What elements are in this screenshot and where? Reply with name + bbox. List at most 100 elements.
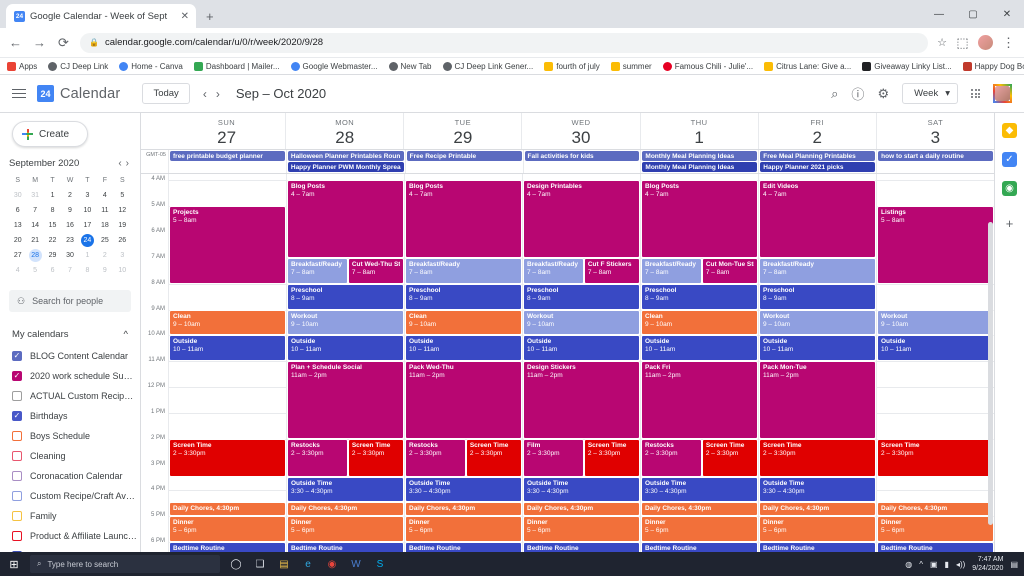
mini-cal-day[interactable]: 19: [114, 219, 131, 232]
bookmark-item[interactable]: New Tab: [388, 61, 432, 71]
search-icon[interactable]: ⌕: [831, 86, 838, 102]
task-view-icon[interactable]: ❑: [252, 556, 268, 572]
calendar-event[interactable]: Restocks 2 – 3:30pm: [405, 438, 466, 478]
mini-cal-day[interactable]: 2: [96, 249, 113, 262]
reload-icon[interactable]: ⟳: [56, 35, 71, 51]
mini-prev-icon[interactable]: ‹: [116, 158, 123, 169]
calendar-event[interactable]: Preschool 8 – 9am: [641, 283, 758, 310]
add-addon-icon[interactable]: +: [1006, 216, 1014, 231]
mini-cal-day[interactable]: 7: [26, 204, 43, 217]
grid-scrollbar[interactable]: [988, 174, 993, 573]
apps-grid-icon[interactable]: [971, 89, 980, 98]
mini-cal-day[interactable]: 13: [9, 219, 26, 232]
edge-icon[interactable]: e: [300, 556, 316, 572]
time-grid[interactable]: 4 AM 5 AM 6 AM 7 AM 8 AM 9 AM 10 AM 11 AM 12 PM 1…: [141, 174, 994, 573]
calendar-event[interactable]: Outside Time 3:30 – 4:30pm: [523, 477, 640, 502]
calendar-event[interactable]: Projects 5 – 8am: [169, 206, 286, 284]
mini-cal-day[interactable]: 11: [96, 204, 113, 217]
calendar-event[interactable]: Blog Posts 4 – 7am: [641, 180, 758, 258]
calendar-event[interactable]: Preschool 8 – 9am: [287, 283, 404, 310]
day-number[interactable]: 28: [286, 127, 403, 149]
calendar-event[interactable]: Screen Time 2 – 3:30pm: [169, 438, 286, 478]
calendar-list-item[interactable]: Product & Affiliate Launch...: [0, 526, 140, 546]
all-day-event[interactable]: free printable budget planner: [170, 151, 285, 161]
mini-cal-day[interactable]: 16: [61, 219, 78, 232]
all-day-cell[interactable]: Free Recipe Printable: [404, 150, 523, 173]
day-number[interactable]: 30: [522, 127, 639, 149]
bookmark-item[interactable]: Famous Chili - Julie'...: [662, 61, 753, 71]
taskbar-search-input[interactable]: ⌕ Type here to search: [30, 555, 220, 573]
calendar-event[interactable]: Pack Mon-Tue 11am – 2pm: [759, 361, 876, 439]
address-bar[interactable]: 🔒 calendar.google.com/calendar/u/0/r/wee…: [80, 32, 929, 53]
all-day-event[interactable]: Fall activities for kids: [524, 151, 640, 161]
day-columns[interactable]: Projects 5 – 8am Clean 9 – 10am Outside 10 – …: [168, 174, 994, 573]
day-number[interactable]: 1: [641, 127, 758, 149]
mini-cal-day[interactable]: 27: [9, 249, 26, 262]
calendar-event[interactable]: Plan + Schedule Social 11am – 2pm: [287, 361, 404, 439]
mini-cal-day[interactable]: 21: [26, 234, 43, 247]
calendar-checkbox[interactable]: [12, 431, 22, 441]
cortana-icon[interactable]: ◯: [228, 556, 244, 572]
calendar-event[interactable]: Screen Time 2 – 3:30pm: [759, 438, 876, 478]
calendar-list-item[interactable]: ACTUAL Custom Recipes ...: [0, 386, 140, 406]
next-week-icon[interactable]: ›: [216, 87, 220, 101]
calendar-event[interactable]: Preschool 8 – 9am: [523, 283, 640, 310]
mini-cal-day[interactable]: 6: [9, 204, 26, 217]
calendar-event[interactable]: Outside 10 – 11am: [523, 335, 640, 362]
all-day-event[interactable]: Monthly Meal Planning Ideas: [642, 162, 758, 172]
mini-cal-day[interactable]: 18: [96, 219, 113, 232]
calendar-event[interactable]: Screen Time 2 – 3:30pm: [583, 438, 640, 478]
mini-cal-day[interactable]: 4: [96, 189, 113, 202]
view-selector[interactable]: Week ▾: [902, 83, 958, 104]
all-day-event[interactable]: Free Meal Planning Printables: [760, 151, 876, 161]
mini-cal-day[interactable]: 31: [26, 189, 43, 202]
bookmark-item[interactable]: summer: [610, 61, 652, 71]
mini-cal-day[interactable]: 15: [44, 219, 61, 232]
calendar-event[interactable]: Dinner 5 – 6pm: [759, 516, 876, 542]
calendar-checkbox[interactable]: [12, 451, 22, 461]
calendar-event[interactable]: Dinner 5 – 6pm: [877, 516, 994, 542]
tray-icon-network[interactable]: ▮: [945, 560, 949, 569]
mini-cal-day[interactable]: 4: [9, 264, 26, 277]
calendar-event[interactable]: Restocks 2 – 3:30pm: [641, 438, 702, 478]
day-column[interactable]: Design Printables 4 – 7am Breakfast/Ready 7…: [522, 174, 640, 573]
bookmark-item[interactable]: Dashboard | Mailer...: [193, 61, 280, 71]
tray-icon-chat[interactable]: ▣: [930, 560, 938, 569]
calendar-event[interactable]: Design Stickers 11am – 2pm: [523, 361, 640, 439]
browser-profile-avatar[interactable]: [978, 35, 993, 50]
chrome-icon[interactable]: ◉: [324, 556, 340, 572]
calendar-event[interactable]: Outside Time 3:30 – 4:30pm: [759, 477, 876, 502]
bookmark-item[interactable]: CJ Deep Link: [48, 61, 108, 71]
calendar-list-item[interactable]: Custom Recipe/Craft Avail...: [0, 486, 140, 506]
calendar-list-item[interactable]: Family: [0, 506, 140, 526]
mini-cal-day[interactable]: 10: [79, 204, 96, 217]
mini-cal-day[interactable]: 30: [61, 249, 78, 262]
day-number[interactable]: 29: [404, 127, 521, 149]
calendar-event[interactable]: Workout 9 – 10am: [877, 309, 994, 336]
calendar-event[interactable]: Blog Posts 4 – 7am: [287, 180, 404, 258]
calendar-event[interactable]: Listings 5 – 8am: [877, 206, 994, 284]
notification-center-icon[interactable]: ▤: [1010, 560, 1018, 569]
calendar-event[interactable]: Screen Time 2 – 3:30pm: [701, 438, 758, 478]
new-tab-icon[interactable]: +: [206, 9, 214, 24]
mini-cal-day[interactable]: 30: [9, 189, 26, 202]
mini-cal-day[interactable]: 10: [114, 264, 131, 277]
calendar-checkbox[interactable]: [12, 371, 22, 381]
calendar-event[interactable]: Pack Wed-Thu 11am – 2pm: [405, 361, 522, 439]
all-day-cell[interactable]: free printable budget planner: [168, 150, 286, 173]
day-number[interactable]: 3: [877, 127, 994, 149]
day-number[interactable]: 2: [759, 127, 876, 149]
mini-cal-day[interactable]: 2: [61, 189, 78, 202]
calendar-list-item[interactable]: Boys Schedule: [0, 426, 140, 446]
all-day-event[interactable]: Halloween Planner Printables Roun: [287, 151, 404, 161]
calendar-event[interactable]: Breakfast/Ready 7 – 8am: [641, 257, 702, 284]
search-people-input[interactable]: ⚇ Search for people: [9, 290, 131, 312]
mini-cal-day[interactable]: 17: [79, 219, 96, 232]
day-number[interactable]: 27: [168, 127, 285, 149]
calendar-checkbox[interactable]: [12, 471, 22, 481]
gear-icon[interactable]: ⚙: [877, 86, 889, 102]
bookmark-item[interactable]: fourth of july: [544, 61, 600, 71]
day-header[interactable]: MON 28: [285, 113, 403, 149]
calendar-event[interactable]: Outside Time 3:30 – 4:30pm: [287, 477, 404, 502]
scrollbar-thumb[interactable]: [988, 221, 993, 526]
